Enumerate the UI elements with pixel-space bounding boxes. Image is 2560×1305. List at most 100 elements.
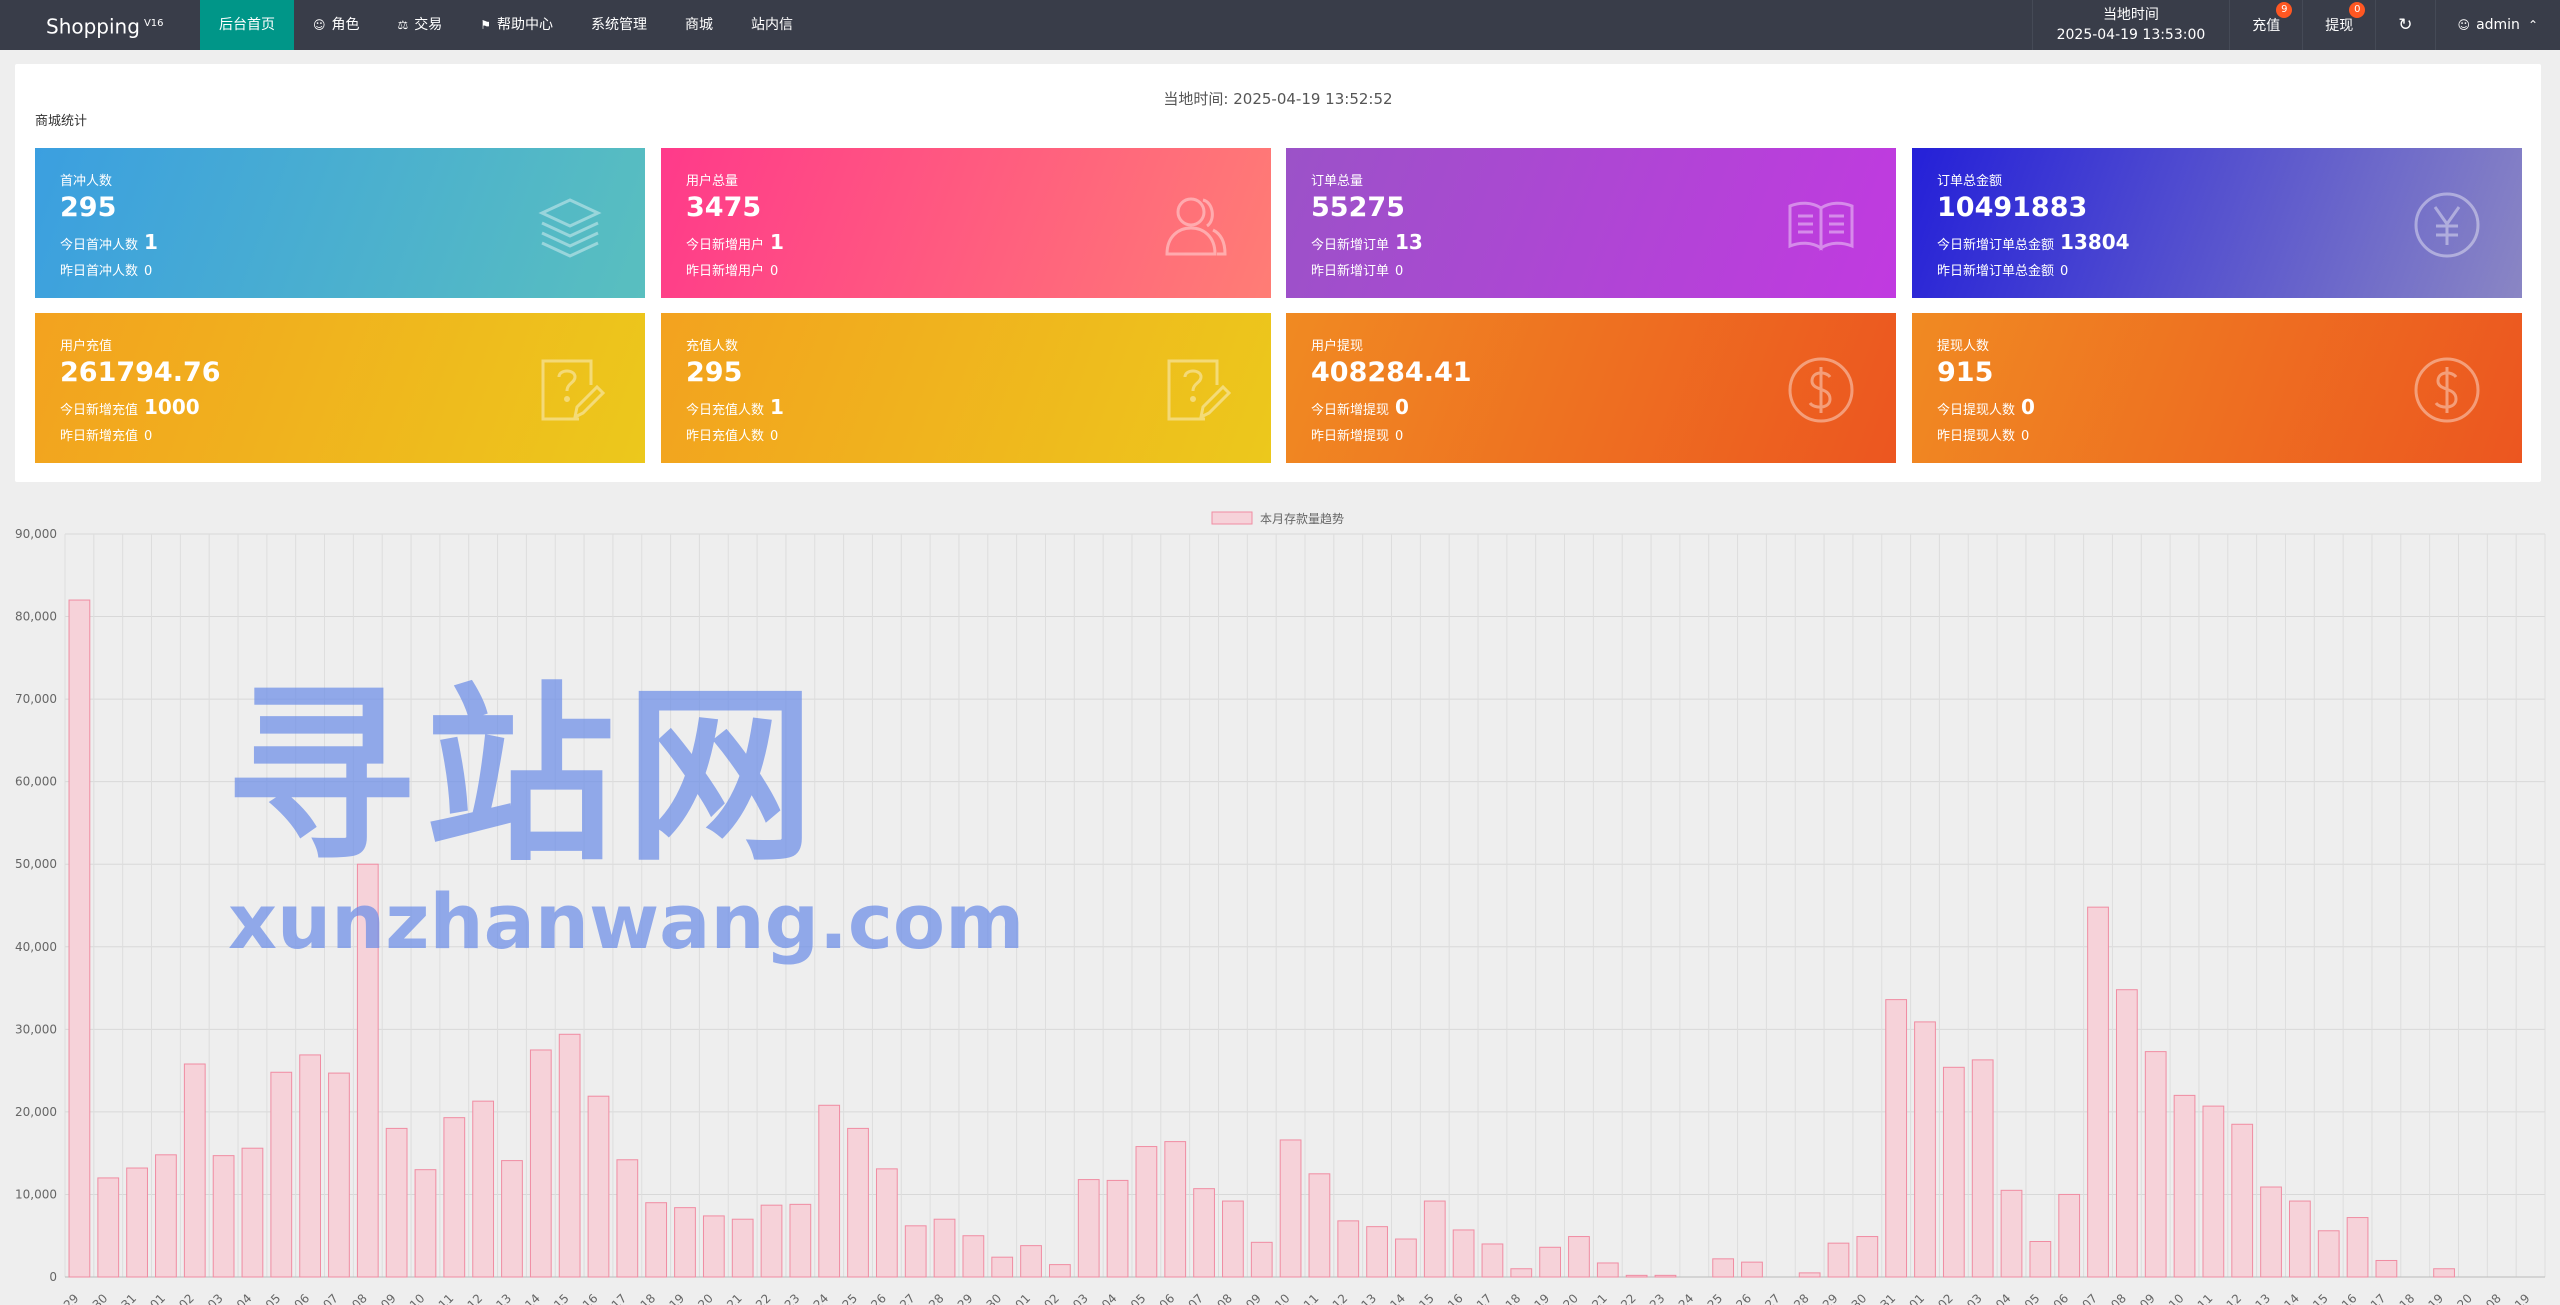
chart-bar <box>731 1218 754 1278</box>
stat-card-withdraw-users[interactable]: 提现人数 915 今日提现人数 0 昨日提现人数 0 <box>1912 313 2522 463</box>
admin-label: admin <box>2476 17 2520 33</box>
x-tick-label: .24 <box>808 1291 831 1305</box>
chart-bar <box>2375 1259 2398 1278</box>
stat-card-user-recharge[interactable]: 用户充值 261794.76 今日新增充值 1000 昨日新增充值 0 <box>35 313 645 463</box>
x-tick-label: .02 <box>1933 1291 1956 1305</box>
x-tick-label: .25 <box>837 1291 860 1305</box>
y-tick-label: 20,000 <box>15 1105 57 1119</box>
chart-bar <box>1452 1229 1475 1278</box>
chart-bar <box>2058 1193 2081 1278</box>
chart-bar <box>1971 1059 1994 1278</box>
card-total: 55275 <box>1311 192 1405 223</box>
card-today-label: 今日首冲人数 <box>60 238 139 253</box>
nav-item-help[interactable]: ⚑ 帮助中心 <box>461 0 572 50</box>
local-time-label: 当地时间 <box>2102 7 2159 23</box>
recharge-button[interactable]: 充值 9 <box>2229 0 2302 50</box>
y-tick-label: 90,000 <box>15 527 57 541</box>
x-tick-label: .06 <box>1154 1291 1177 1305</box>
x-tick-label: .11 <box>1298 1291 1321 1305</box>
card-title: 用户提现 <box>1311 339 1364 354</box>
chart-bar <box>1222 1200 1244 1278</box>
x-tick-label: .17 <box>1471 1291 1494 1305</box>
chart-bar <box>385 1127 408 1278</box>
x-tick-label: .10 <box>404 1291 427 1305</box>
chart-bar <box>962 1235 985 1278</box>
recharge-label: 充值 <box>2252 18 2281 34</box>
x-tick-label: .13 <box>2250 1291 2273 1305</box>
card-today-label: 今日新增提现 <box>1311 403 1390 418</box>
nav-item-system[interactable]: 系统管理 <box>572 0 666 50</box>
card-yesterday: 昨日新增提现 0 <box>1311 425 1403 444</box>
stat-card-total-users[interactable]: 用户总量 3475 今日新增用户 1 昨日新增用户 0 <box>661 148 1271 298</box>
chart-bar <box>2231 1123 2254 1278</box>
x-tick-label: .30 <box>1846 1291 1869 1305</box>
card-today-value: 13 <box>1395 230 1423 254</box>
card-today: 今日新增订单 13 <box>1311 230 1423 254</box>
card-today-value: 1 <box>770 395 784 419</box>
card-yesterday: 昨日新增订单总金额 0 <box>1937 260 2068 279</box>
x-tick-label: .10 <box>2163 1291 2186 1305</box>
x-tick-label: .31 <box>116 1291 139 1305</box>
card-total: 3475 <box>686 192 762 223</box>
x-tick-label: .29 <box>58 1291 81 1305</box>
card-title: 订单总量 <box>1311 174 1364 189</box>
nav-item-mall[interactable]: 商城 <box>666 0 732 50</box>
chart-bar <box>1020 1245 1042 1278</box>
refresh-button[interactable]: ↻ <box>2375 0 2434 50</box>
nav-item-dashboard[interactable]: 后台首页 <box>200 0 294 50</box>
chart-bar <box>818 1104 841 1278</box>
card-yesterday: 昨日新增充值 0 <box>60 425 152 444</box>
stat-card-recharge-users[interactable]: 充值人数 295 今日充值人数 1 昨日充值人数 0 <box>661 313 1271 463</box>
top-navigation-bar: Shopping V16 后台首页 ☺ 角色 ⚖ 交易 ⚑ 帮助中心 系统管理 商城 站… <box>0 0 2560 50</box>
chart-bar <box>2000 1189 2023 1278</box>
card-today: 今日提现人数 0 <box>1937 395 2035 419</box>
withdraw-button[interactable]: 提现 0 <box>2302 0 2375 50</box>
x-tick-label: .12 <box>2221 1291 2244 1305</box>
x-tick-label: .20 <box>2452 1291 2475 1305</box>
chart-bar <box>1798 1272 1821 1278</box>
x-tick-label: .29 <box>952 1291 975 1305</box>
x-tick-label: .05 <box>260 1291 283 1305</box>
stat-card-first-deposit[interactable]: 首冲人数 295 今日首冲人数 1 昨日首冲人数 0 <box>35 148 645 298</box>
chart-bar <box>155 1154 177 1278</box>
x-tick-label: .28 <box>1788 1291 1811 1305</box>
chart-bar <box>1423 1200 1446 1278</box>
refresh-icon: ↻ <box>2398 15 2413 35</box>
withdraw-badge: 0 <box>2349 2 2366 18</box>
nav-item-messages[interactable]: 站内信 <box>732 0 812 50</box>
chart-bar <box>875 1168 898 1278</box>
x-tick-label: .08 <box>2106 1291 2129 1305</box>
nav-item-roles[interactable]: ☺ 角色 <box>294 0 379 50</box>
chart-bar <box>1712 1258 1735 1278</box>
x-tick-label: .12 <box>1327 1291 1350 1305</box>
card-yesterday-value: 0 <box>1395 264 1404 279</box>
legend-label: 本月存款量趋势 <box>1260 512 1344 526</box>
x-tick-label: .18 <box>1500 1291 1523 1305</box>
x-tick-label: .19 <box>1529 1291 1552 1305</box>
chart-bar <box>2115 989 2138 1278</box>
stat-card-user-withdraw[interactable]: 用户提现 408284.41 今日新增提现 0 昨日新增提现 0 <box>1286 313 1896 463</box>
chart-bar <box>1827 1242 1850 1278</box>
chart-bar <box>212 1155 235 1278</box>
brand-logo[interactable]: Shopping V16 <box>46 0 164 50</box>
x-tick-label: .08 <box>1212 1291 1235 1305</box>
card-yesterday-label: 昨日充值人数 <box>686 429 765 444</box>
chart-bar <box>1049 1264 1071 1278</box>
card-title: 用户总量 <box>686 174 739 189</box>
chart-bar <box>97 1177 120 1278</box>
nav-item-trade[interactable]: ⚖ 交易 <box>379 0 462 50</box>
card-today-value: 1000 <box>144 395 200 419</box>
x-tick-label: .09 <box>375 1291 398 1305</box>
top-right-tools: 当地时间 2025-04-19 13:53:00 充值 9 提现 0 ↻ ☺ a… <box>2031 0 2560 50</box>
stat-card-order-amount[interactable]: 订单总金额 10491883 今日新增订单总金额 13804 昨日新增订单总金额 0 <box>1912 148 2522 298</box>
nav-item-label: 站内信 <box>751 17 794 33</box>
stat-card-total-orders[interactable]: 订单总量 55275 今日新增订单 13 昨日新增订单 0 <box>1286 148 1896 298</box>
x-tick-label: .14 <box>2279 1291 2302 1305</box>
admin-menu[interactable]: ☺ admin ⌃ <box>2434 0 2560 50</box>
x-tick-label: .01 <box>145 1291 168 1305</box>
card-title: 首冲人数 <box>60 174 113 189</box>
panel-local-time: 当地时间: 2025-04-19 13:52:52 <box>1163 90 1393 108</box>
y-tick-label: 70,000 <box>15 692 57 706</box>
x-tick-label: .02 <box>173 1291 196 1305</box>
edit-question-icon <box>541 359 605 421</box>
